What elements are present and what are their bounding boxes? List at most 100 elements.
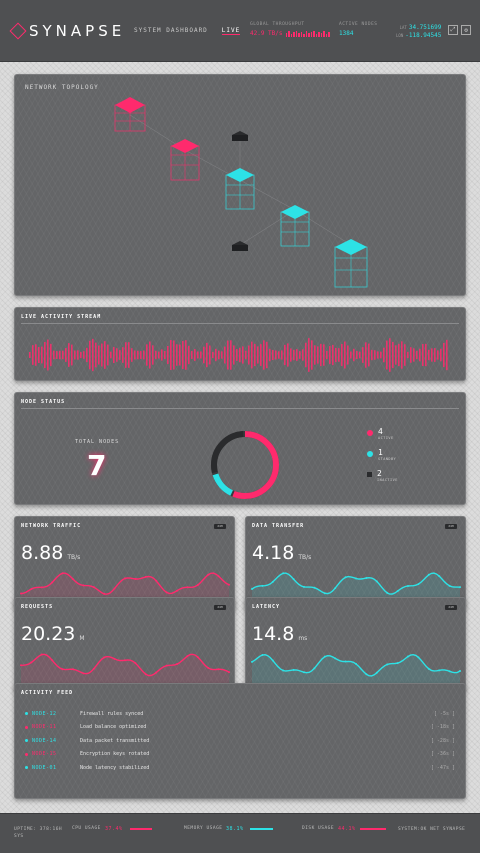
standby-dot-icon xyxy=(367,451,373,457)
memory-usage: MEMORY USAGE 38.1% xyxy=(184,826,273,832)
wave-bar xyxy=(419,348,421,362)
status-legend: 4 ACTIVE 1 STANDBY 2 INACTIVE xyxy=(367,427,398,490)
global-throughput: GLOBAL THROUGHPUT 42.9 TB/s xyxy=(250,22,330,37)
total-nodes-label: TOTAL NODES xyxy=(75,439,120,445)
sparkline-point xyxy=(355,577,357,580)
feed-time: [ -28s ] xyxy=(430,737,455,744)
feed-row[interactable]: NODE-11 Load balance optimized [ -18s ] xyxy=(21,721,459,735)
settings-icon[interactable]: ⚙ xyxy=(461,25,471,35)
sparkline-point xyxy=(251,588,253,591)
latency-sparkline xyxy=(251,653,461,688)
feed-row[interactable]: NODE-01 Node latency stabilized [ -47s ] xyxy=(21,761,459,775)
sparkline-point xyxy=(355,662,357,665)
wave-bar xyxy=(410,347,412,363)
sparkline-point xyxy=(103,592,106,595)
sparkline-point xyxy=(103,656,106,659)
wave-bar xyxy=(29,352,31,358)
wave-bar xyxy=(197,351,199,359)
sparkline-point xyxy=(407,655,409,658)
node-server-4[interactable] xyxy=(280,205,310,247)
wave-bar xyxy=(191,351,193,359)
wave-bar xyxy=(254,343,256,367)
wave-bar xyxy=(314,345,316,365)
wave-bar xyxy=(146,344,148,366)
sparkline-point xyxy=(334,657,337,660)
wave-bar xyxy=(308,338,310,372)
wave-bar xyxy=(251,341,253,369)
activity-stream-panel: LIVE ACTIVITY STREAM xyxy=(14,307,466,381)
wave-bar xyxy=(278,351,280,359)
status-dot-icon xyxy=(25,766,28,770)
sparkline-point xyxy=(155,671,158,674)
wave-bar xyxy=(365,342,367,368)
wave-bar xyxy=(221,351,223,359)
wave-bar xyxy=(416,350,418,360)
wave-bar xyxy=(344,341,346,369)
memory-label: MEMORY USAGE xyxy=(184,826,223,831)
active-label: ACTIVE xyxy=(378,436,394,440)
feed-row[interactable]: NODE-14 Data packet transmitted [ -28s ] xyxy=(21,734,459,748)
sparkline-point xyxy=(92,667,95,670)
nav-system-dashboard[interactable]: SYSTEM DASHBOARD xyxy=(134,27,208,35)
node-server-1[interactable] xyxy=(114,97,146,132)
inactive-label: INACTIVE xyxy=(377,478,398,482)
feed-row[interactable]: NODE-15 Encryption keys rotated [ -36s ] xyxy=(21,748,459,762)
wave-bar xyxy=(317,346,319,364)
wave-bar xyxy=(62,350,64,360)
sparkline-point xyxy=(313,667,316,670)
wave-bar xyxy=(269,348,271,362)
wave-bar xyxy=(362,347,364,363)
wave-bar xyxy=(122,347,124,363)
sparkline-point xyxy=(217,668,220,671)
feed-node: NODE-14 xyxy=(32,737,57,744)
wave-bar xyxy=(119,350,121,360)
requests-sparkline xyxy=(20,653,230,688)
nav-live[interactable]: LIVE xyxy=(221,27,241,35)
sparkline-point xyxy=(459,670,461,673)
wave-bar xyxy=(257,346,259,364)
wave-bar xyxy=(50,343,52,367)
node-server-3[interactable] xyxy=(225,168,255,210)
wave-bar xyxy=(98,345,100,365)
wave-bar xyxy=(194,349,196,361)
wave-bar xyxy=(428,349,430,361)
wave-bar xyxy=(215,348,217,362)
wave-bar xyxy=(272,349,274,361)
sparkline-point xyxy=(396,590,399,593)
sparkline-point xyxy=(113,587,116,590)
sparkline-point xyxy=(92,586,95,589)
sparkline-point xyxy=(375,580,378,583)
legend-inactive: 2 INACTIVE xyxy=(367,469,398,482)
footer-status: UPTIME: 378:16H SYS xyxy=(14,827,63,839)
sparkline-point xyxy=(344,576,347,579)
node-server-2[interactable] xyxy=(170,139,200,181)
sparkline-point xyxy=(176,663,178,666)
node-hub-1[interactable] xyxy=(232,131,248,141)
sparkline-point xyxy=(396,662,399,665)
expand-icon[interactable]: ⤢ xyxy=(448,25,458,35)
wave-bar xyxy=(263,340,265,370)
wave-bar xyxy=(359,351,361,359)
sparkline-point xyxy=(155,579,158,582)
node-hub-2[interactable] xyxy=(232,241,248,251)
lat-value: 34.751699 xyxy=(408,24,442,31)
sparkline-point xyxy=(292,578,295,581)
wave-bar xyxy=(260,344,262,366)
wave-bar xyxy=(116,348,118,362)
node-status-panel: NODE STATUS TOTAL NODES 7 4 ACTIVE 1 STAND… xyxy=(14,392,466,505)
network-topology-panel: NETWORK TOPOLOGY xyxy=(14,74,466,296)
standby-label: STANDBY xyxy=(378,457,397,461)
sparkline-point xyxy=(344,660,347,663)
legend-standby: 1 STANDBY xyxy=(367,448,398,461)
wave-bar xyxy=(398,343,400,367)
legend-active: 4 ACTIVE xyxy=(367,427,398,440)
feed-message: Node latency stabilized xyxy=(80,764,150,771)
disk-value: 44.1% xyxy=(338,826,356,832)
node-server-5[interactable] xyxy=(334,239,368,288)
wave-bar xyxy=(266,341,268,369)
feed-row[interactable]: NODE-12 Firewall rules synced [ -5s ] xyxy=(21,707,459,721)
feed-message: Encryption keys rotated xyxy=(80,751,150,758)
wave-bar xyxy=(32,345,34,365)
logo-icon xyxy=(9,22,27,40)
wave-bar xyxy=(155,350,157,360)
